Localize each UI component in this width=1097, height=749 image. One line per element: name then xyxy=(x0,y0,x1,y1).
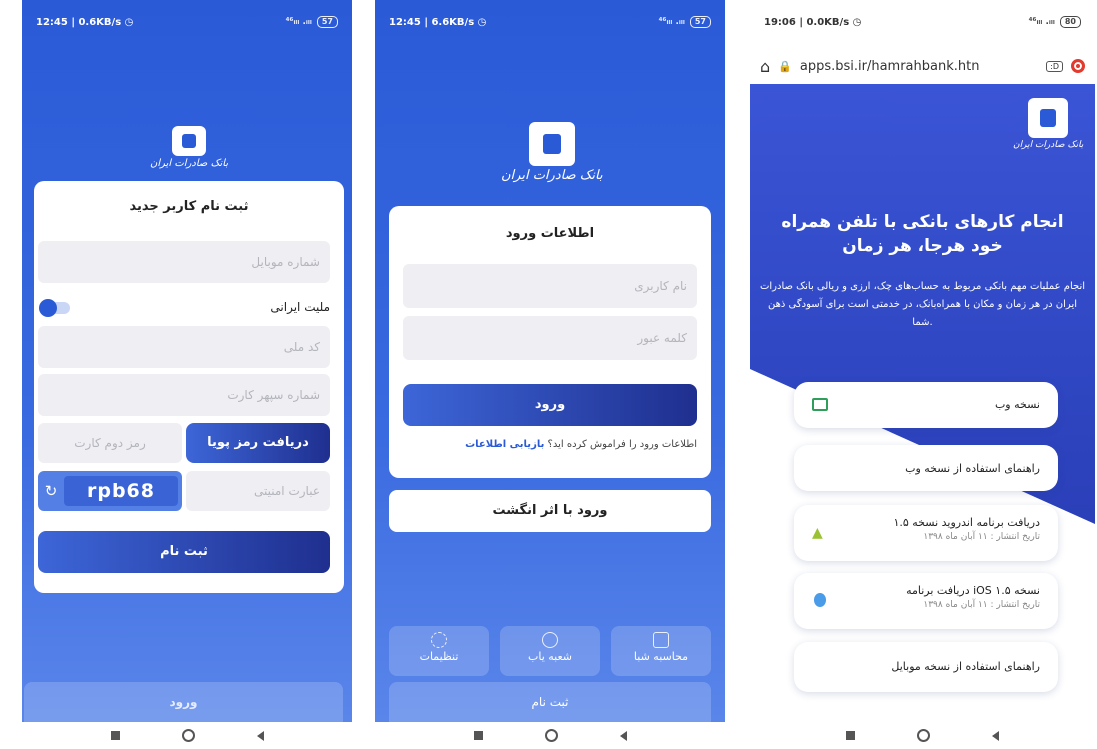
captcha-box: ↻ rpb68 xyxy=(38,471,182,511)
card-number-input[interactable]: شماره سپهر کارت xyxy=(38,374,330,416)
refresh-icon[interactable]: ↻ xyxy=(38,482,64,500)
status-bar: 19:06 | 0.0KB/s ◷ ⁴⁶ᵢₗₗ .ᵢₗₗ 80 xyxy=(764,14,1081,30)
hero-description: انجام عملیات مهم بانکی مربوط به حساب‌های… xyxy=(759,281,1086,328)
recover-link[interactable]: بازیابی اطلاعات xyxy=(465,439,544,450)
location-pin-icon xyxy=(542,632,558,648)
bank-logo: بانک صادرات ایران xyxy=(1013,98,1083,150)
national-code-input[interactable]: کد ملی xyxy=(38,326,330,368)
status-speed: 0.6KB/s xyxy=(78,16,122,28)
status-bar: 12:45 | 6.6KB/s ◷ ⁴⁶ᵢₗₗ .ᵢₗₗ 57 xyxy=(389,14,711,30)
logo-text: بانک صادرات ایران xyxy=(1013,140,1084,150)
register-button[interactable]: ثبت نام xyxy=(38,531,330,573)
gear-icon xyxy=(431,632,447,648)
tile-label: شعبه یاب xyxy=(527,650,572,663)
battery-icon: 57 xyxy=(316,16,338,28)
back-icon[interactable] xyxy=(992,730,999,741)
android-nav-bar xyxy=(375,722,725,749)
item-title: راهنمای استفاده از نسخه وب xyxy=(905,462,1040,475)
website-screen: 19:06 | 0.0KB/s ◷ ⁴⁶ᵢₗₗ .ᵢₗₗ 80 ⌂ 🔒 apps.… xyxy=(750,0,1095,749)
logo-mark-icon xyxy=(172,126,207,156)
android-nav-bar xyxy=(22,722,352,749)
settings-tile[interactable]: تنظیمات xyxy=(389,626,489,676)
recents-icon[interactable] xyxy=(110,731,120,740)
nationality-toggle[interactable] xyxy=(39,299,70,317)
web-guide-item[interactable]: راهنمای استفاده از نسخه وب xyxy=(794,445,1058,491)
ios-download-item[interactable]: دریافت برنامه iOS نسخه ۱.۵ تاریخ انتشار … xyxy=(794,573,1058,629)
status-bar: 12:45 | 0.6KB/s ◷ ⁴⁶ᵢₗₗ .ᵢₗₗ 57 xyxy=(36,14,338,30)
opera-icon[interactable] xyxy=(1071,59,1085,73)
fingerprint-login-button[interactable]: ورود با اثر انگشت xyxy=(389,490,711,532)
register-screen: 12:45 | 0.6KB/s ◷ ⁴⁶ᵢₗₗ .ᵢₗₗ 57 بانک صادر… xyxy=(22,0,352,749)
battery-icon: 57 xyxy=(689,16,711,28)
apple-icon xyxy=(814,593,826,607)
browser-toolbar: ⌂ 🔒 apps.bsi.ir/hamrahbank.htn :D xyxy=(750,48,1095,84)
status-time: 12:45 xyxy=(389,16,421,28)
tile-label: محاسبه شبا xyxy=(633,650,689,663)
bank-logo: بانک صادرات ایران xyxy=(150,126,228,169)
branch-finder-tile[interactable]: شعبه یاب xyxy=(500,626,600,676)
browser-window-icon xyxy=(812,398,828,411)
register-button[interactable]: ثبت نام xyxy=(389,682,711,722)
login-screen: 12:45 | 6.6KB/s ◷ ⁴⁶ᵢₗₗ .ᵢₗₗ 57 بانک صادر… xyxy=(375,0,725,749)
home-icon[interactable] xyxy=(181,729,195,742)
signal-icon: ⁴⁶ᵢₗₗ .ᵢₗₗ xyxy=(1028,17,1055,27)
login-button[interactable]: ورود xyxy=(403,384,697,426)
status-speed: 0.0KB/s xyxy=(806,16,850,28)
captcha-image: rpb68 xyxy=(64,476,178,506)
password-input[interactable]: کلمه عبور xyxy=(403,316,697,360)
second-pin-input[interactable]: رمز دوم کارت xyxy=(38,423,182,463)
logo-text: بانک صادرات ایران xyxy=(150,158,229,169)
item-date: تاریخ انتشار : ۱۱ آبان ماه ۱۳۹۸ xyxy=(923,532,1040,542)
battery-icon: 80 xyxy=(1059,16,1081,28)
mobile-input[interactable]: شماره موبایل xyxy=(38,241,330,283)
register-card: ثبت نام کاربر جدید شماره موبایل ملیت ایر… xyxy=(34,181,344,593)
username-input[interactable]: نام کاربری xyxy=(403,264,697,308)
item-date: تاریخ انتشار : ۱۱ آبان ماه ۱۳۹۸ xyxy=(923,600,1040,610)
signal-icon: ⁴⁶ᵢₗₗ .ᵢₗₗ xyxy=(285,17,312,27)
logo-text: بانک صادرات ایران xyxy=(501,168,603,183)
recents-icon[interactable] xyxy=(473,731,483,740)
login-card: اطلاعات ورود نام کاربری کلمه عبور ورود ا… xyxy=(389,206,711,478)
android-icon: ▲ xyxy=(812,525,823,541)
tabs-count-icon[interactable]: :D xyxy=(1046,60,1063,72)
logo-mark-icon xyxy=(1028,98,1069,138)
mobile-guide-item[interactable]: راهنمای استفاده از نسخه موبایل xyxy=(794,642,1058,692)
forgot-text: اطلاعات ورود را فراموش کرده اید؟ xyxy=(547,439,697,450)
android-download-item[interactable]: دریافت برنامه اندروید نسخه ۱.۵ تاریخ انت… xyxy=(794,505,1058,561)
card-title: اطلاعات ورود xyxy=(505,226,595,241)
web-version-item[interactable]: نسخه وب xyxy=(794,382,1058,428)
android-nav-bar xyxy=(750,722,1095,749)
status-time: 19:06 xyxy=(764,16,796,28)
login-button[interactable]: ورود xyxy=(24,682,343,722)
item-title: نسخه وب xyxy=(994,398,1040,411)
status-time: 12:45 xyxy=(36,16,68,28)
nationality-label: ملیت ایرانی xyxy=(270,300,330,314)
forgot-row: اطلاعات ورود را فراموش کرده اید؟ بازیابی… xyxy=(389,439,697,450)
tile-label: تنظیمات xyxy=(419,650,459,663)
sheba-calc-tile[interactable]: محاسبه شبا xyxy=(611,626,711,676)
bank-logo: بانک صادرات ایران xyxy=(501,122,603,183)
lock-icon: 🔒 xyxy=(778,59,792,73)
home-icon[interactable] xyxy=(917,729,930,742)
hero-headline: انجام کارهای بانکی با تلفن همراه خود هرج… xyxy=(781,212,1064,256)
calculator-icon xyxy=(653,632,669,648)
card-title: ثبت نام کاربر جدید xyxy=(129,199,249,214)
home-icon[interactable]: ⌂ xyxy=(760,57,770,76)
home-icon[interactable] xyxy=(544,729,558,742)
status-speed: 6.6KB/s xyxy=(431,16,475,28)
get-otp-button[interactable]: دریافت رمز پویا xyxy=(186,423,330,463)
back-icon[interactable] xyxy=(619,730,627,741)
signal-icon: ⁴⁶ᵢₗₗ .ᵢₗₗ xyxy=(658,17,685,27)
item-title: دریافت برنامه iOS نسخه ۱.۵ xyxy=(906,584,1040,597)
recents-icon[interactable] xyxy=(846,731,855,740)
item-title: راهنمای استفاده از نسخه موبایل xyxy=(891,660,1040,673)
back-icon[interactable] xyxy=(256,730,264,741)
item-title: دریافت برنامه اندروید نسخه ۱.۵ xyxy=(893,516,1040,529)
url-bar[interactable]: apps.bsi.ir/hamrahbank.htn xyxy=(800,59,1038,74)
logo-mark-icon xyxy=(528,122,575,166)
security-phrase-input[interactable]: عبارت امنیتی xyxy=(186,471,330,511)
